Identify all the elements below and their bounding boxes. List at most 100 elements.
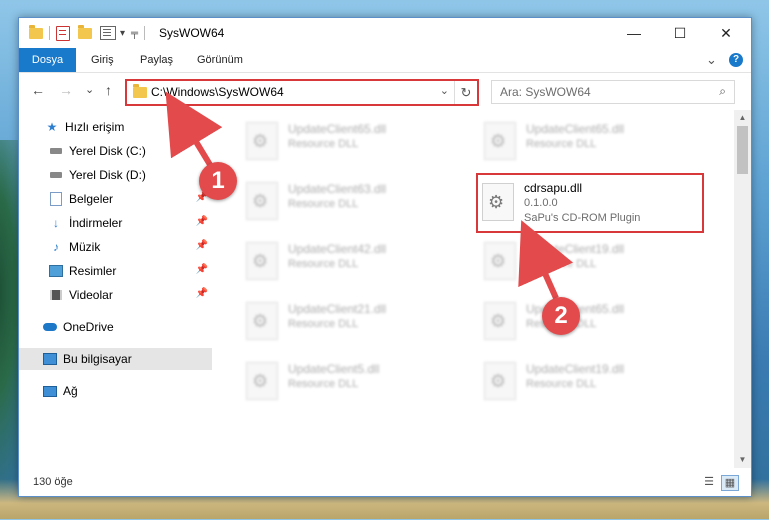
title-bar: ▾ ╤ SysWOW64 — ☐ ✕ [19, 18, 751, 48]
file-item[interactable]: UpdateClient19.dll Resource DLL [478, 356, 708, 404]
status-bar: 130 öğe ☰ ▦ [19, 470, 751, 496]
sidebar-item-label: Hızlı erişim [65, 120, 125, 134]
sidebar-item-label: OneDrive [63, 320, 114, 334]
file-description: SaPu's CD-ROM Plugin [524, 212, 641, 224]
scroll-up-icon[interactable]: ▲ [734, 110, 751, 126]
customize-icon[interactable] [100, 26, 116, 40]
videos-icon [49, 288, 63, 302]
ribbon-tabs: Dosya Giriş Paylaş Görünüm ⌄ ? [19, 48, 751, 73]
toolbar-divider [49, 26, 50, 40]
back-button[interactable]: ← [31, 82, 45, 98]
dll-file-icon [484, 362, 516, 400]
forward-button[interactable]: → [59, 82, 73, 98]
navigation-bar: ← → ⌄ ↑ C:\Windows\SysWOW64 ⌄ ↻ Ara: Sys… [19, 73, 751, 109]
search-placeholder: Ara: SysWOW64 [500, 85, 591, 99]
sidebar-item-quick-access[interactable]: ★ Hızlı erişim [19, 116, 212, 138]
refresh-button[interactable]: ↻ [454, 81, 477, 104]
address-path[interactable]: C:\Windows\SysWOW64 [151, 85, 284, 99]
file-item[interactable]: UpdateClient19.dll Resource DLL [478, 236, 708, 284]
address-bar[interactable]: C:\Windows\SysWOW64 ⌄ ↻ [125, 79, 479, 106]
file-item[interactable]: UpdateClient65.dll Resource DLL [240, 116, 470, 164]
dll-file-icon [246, 242, 278, 280]
pin-icon[interactable]: 📌 [196, 288, 208, 299]
tab-view[interactable]: Görünüm [197, 48, 243, 72]
file-item[interactable]: UpdateClient65.dll Resource DLL [478, 116, 708, 164]
sidebar-item-label: İndirmeler [69, 216, 123, 230]
file-item-cdrsapu[interactable]: cdrsapu.dll 0.1.0.0 SaPu's CD-ROM Plugin [476, 173, 704, 233]
file-type: Resource DLL [288, 318, 359, 330]
pin-icon[interactable]: 📌 [196, 264, 208, 275]
toolbar-divider-2 [144, 26, 146, 40]
sidebar-item-pictures[interactable]: Resimler 📌 [19, 260, 212, 282]
file-type: Resource DLL [526, 378, 597, 390]
sidebar-item-disk-d[interactable]: Yerel Disk (D:) [19, 164, 212, 186]
properties-icon[interactable] [56, 25, 70, 41]
dll-file-icon [246, 182, 278, 220]
details-view-icon[interactable]: ☰ [701, 475, 717, 489]
pin-icon[interactable]: 📌 [196, 216, 208, 227]
file-name: UpdateClient19.dll [526, 242, 625, 256]
dll-file-icon [246, 302, 278, 340]
close-button[interactable]: ✕ [703, 18, 749, 48]
dll-file-icon [484, 122, 516, 160]
file-name: UpdateClient42.dll [288, 242, 387, 256]
pin-icon[interactable]: 📌 [196, 240, 208, 251]
file-name: UpdateClient21.dll [288, 302, 387, 316]
cloud-icon [43, 320, 57, 334]
minimize-button[interactable]: — [611, 18, 657, 48]
file-list: UpdateClient65.dll Resource DLL UpdateCl… [214, 110, 734, 468]
new-folder-icon[interactable] [78, 24, 92, 39]
file-type: Resource DLL [288, 198, 359, 210]
qa-menu-icon[interactable]: ╤ [131, 28, 138, 39]
download-icon: ↓ [53, 216, 59, 230]
sidebar-item-music[interactable]: ♪ Müzik 📌 [19, 236, 212, 258]
file-item[interactable]: UpdateClient63.dll Resource DLL [240, 176, 470, 224]
tab-file[interactable]: Dosya [19, 48, 76, 72]
search-icon[interactable]: ⌕ [719, 84, 726, 99]
dll-file-icon [484, 302, 516, 340]
file-type: Resource DLL [288, 258, 359, 270]
step-1-badge: 1 [199, 162, 237, 200]
scroll-down-icon[interactable]: ▼ [734, 452, 751, 468]
music-icon: ♪ [53, 240, 59, 254]
up-button[interactable]: ↑ [105, 82, 112, 98]
scroll-thumb[interactable] [737, 126, 748, 174]
drive-icon [49, 168, 63, 182]
sidebar-item-onedrive[interactable]: OneDrive [19, 316, 212, 338]
sidebar-item-disk-c[interactable]: Yerel Disk (C:) [19, 140, 212, 162]
qa-dropdown-icon[interactable]: ▾ [120, 28, 125, 39]
file-name: UpdateClient65.dll [288, 122, 387, 136]
address-dropdown-icon[interactable]: ⌄ [440, 84, 449, 97]
vertical-scrollbar[interactable]: ▲ ▼ [734, 110, 751, 468]
dll-file-icon [246, 122, 278, 160]
sidebar-item-label: Müzik [69, 240, 101, 254]
star-icon: ★ [46, 120, 58, 134]
sidebar-item-network[interactable]: Ağ [19, 380, 212, 402]
file-item[interactable]: UpdateClient5.dll Resource DLL [240, 356, 470, 404]
sidebar-item-downloads[interactable]: ↓ İndirmeler 📌 [19, 212, 212, 234]
tab-home[interactable]: Giriş [91, 48, 114, 72]
folder-icon [29, 24, 43, 39]
tiles-view-icon[interactable]: ▦ [721, 475, 739, 491]
item-count: 130 öğe [33, 476, 73, 488]
drive-icon [49, 144, 63, 158]
maximize-button[interactable]: ☐ [657, 18, 703, 48]
search-box[interactable]: Ara: SysWOW64 ⌕ [491, 80, 735, 104]
file-type: Resource DLL [526, 258, 597, 270]
file-item[interactable]: UpdateClient42.dll Resource DLL [240, 236, 470, 284]
tab-share[interactable]: Paylaş [140, 48, 173, 72]
file-name: UpdateClient5.dll [288, 362, 380, 376]
dll-file-icon [482, 183, 514, 221]
recent-locations-button[interactable]: ⌄ [85, 83, 94, 96]
pictures-icon [49, 264, 63, 278]
sidebar-item-this-pc[interactable]: Bu bilgisayar [19, 348, 212, 370]
ribbon-expand-icon[interactable]: ⌄ [706, 48, 717, 72]
file-item[interactable]: UpdateClient21.dll Resource DLL [240, 296, 470, 344]
sidebar-item-videos[interactable]: Videolar 📌 [19, 284, 212, 306]
sidebar-item-label: Videolar [69, 288, 113, 302]
documents-icon [49, 192, 63, 206]
file-item[interactable]: UpdateClient65.dll Resource DLL [478, 296, 708, 344]
sidebar-item-label: Resimler [69, 264, 117, 278]
sidebar-item-documents[interactable]: Belgeler 📌 [19, 188, 212, 210]
help-icon[interactable]: ? [729, 53, 743, 67]
